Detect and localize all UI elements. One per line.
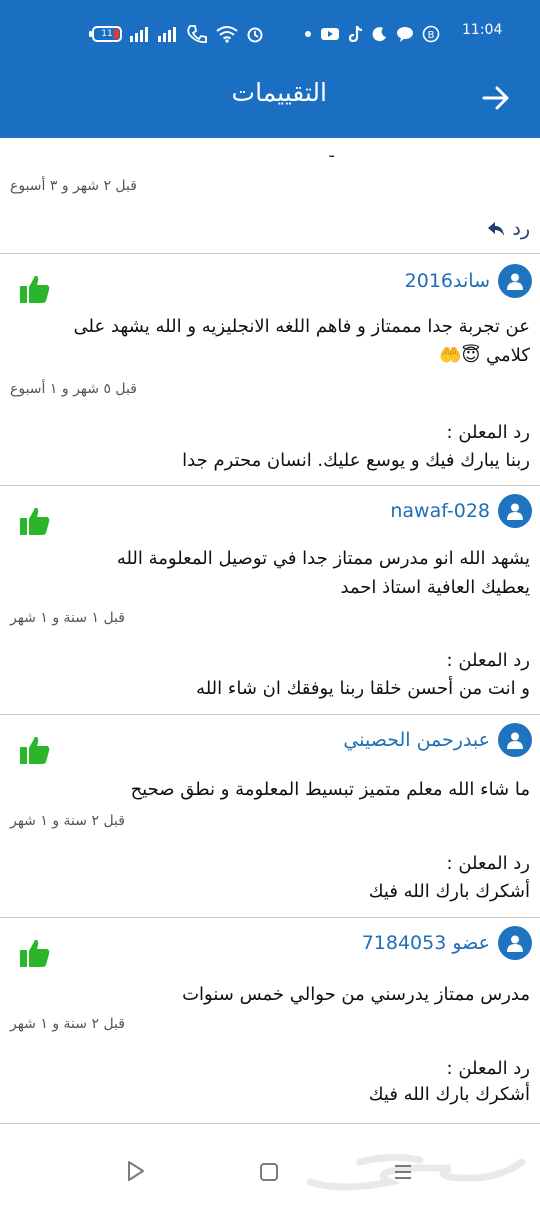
review-timestamp: قبل ١ سنة و ١ شهر xyxy=(10,610,125,626)
review-card: عبدرحمن الحصيني ما شاء الله معلم متميز ت… xyxy=(0,715,540,918)
thumbs-up-icon xyxy=(20,939,50,967)
review-timestamp: قبل ٢ سنة و ١ شهر xyxy=(10,1016,125,1032)
youtube-icon xyxy=(321,28,339,40)
reviews-list[interactable]: ـ قبل ٢ شهر و ٣ أسبوع رد ساند2016 عن تجر… xyxy=(0,138,540,1124)
advertiser-reply-label: رد المعلن : xyxy=(446,1058,530,1079)
arrow-right-icon xyxy=(482,86,509,110)
like-button[interactable] xyxy=(18,733,52,767)
user-avatar-icon xyxy=(498,264,532,298)
review-author[interactable]: ساند2016 xyxy=(405,264,532,298)
username: عضو 7184053 xyxy=(361,932,490,954)
status-bar: 11 B 11:04 xyxy=(0,0,540,68)
thumbs-up-icon xyxy=(20,736,50,764)
advertiser-reply-label: رد المعلن : xyxy=(446,853,530,874)
dot-icon xyxy=(305,31,311,37)
nav-home-button[interactable] xyxy=(260,1163,278,1181)
review-author[interactable]: nawaf-028 xyxy=(390,494,532,528)
app-bar: 11 B 11:04 التقييمات xyxy=(0,0,540,138)
user-avatar-icon xyxy=(498,723,532,757)
battery-icon: 11 xyxy=(89,26,122,42)
review-card: nawaf-028 يشهد الله انو مدرس ممتاز جدا ف… xyxy=(0,486,540,715)
review-timestamp: قبل ٢ سنة و ١ شهر xyxy=(10,813,125,829)
haraj-logo-watermark xyxy=(306,1153,526,1191)
moon-icon xyxy=(372,27,386,42)
signal-icon-2 xyxy=(158,27,176,42)
review-comment: مدرس ممتاز يدرسني من حوالي خمس سنوات xyxy=(182,984,530,1005)
advertiser-reply-text: أشكرك بارك الله فيك xyxy=(368,881,530,902)
advertiser-reply-text: ربنا يبارك فيك و يوسع عليك. انسان محترم … xyxy=(182,450,530,471)
nav-recents-button[interactable] xyxy=(393,1162,413,1186)
reply-button-label: رد xyxy=(512,218,530,240)
review-card-partial: ـ قبل ٢ شهر و ٣ أسبوع رد xyxy=(0,138,540,254)
alarm-icon xyxy=(247,27,263,43)
username: nawaf-028 xyxy=(390,500,490,522)
review-author[interactable]: عبدرحمن الحصيني xyxy=(343,723,532,757)
signal-icon xyxy=(130,27,148,42)
like-button[interactable] xyxy=(18,272,52,306)
thumbs-up-icon xyxy=(20,275,50,303)
page-title: التقييمات xyxy=(231,78,327,107)
review-timestamp: قبل ٢ شهر و ٣ أسبوع xyxy=(10,178,137,194)
menu-lines-icon xyxy=(395,1165,411,1179)
user-avatar-icon xyxy=(498,926,532,960)
like-button[interactable] xyxy=(18,936,52,970)
advertiser-reply-text: أشكرك بارك الله فيك xyxy=(368,1084,530,1105)
username: عبدرحمن الحصيني xyxy=(343,729,490,751)
wifi-icon xyxy=(216,26,238,43)
advertiser-reply-label: رد المعلن : xyxy=(446,422,530,443)
advertiser-reply-label: رد المعلن : xyxy=(446,650,530,671)
user-avatar-icon xyxy=(498,494,532,528)
wifi-call-icon xyxy=(187,25,207,43)
review-comment: ما شاء الله معلم متميز تبسيط المعلومة و … xyxy=(130,779,530,800)
status-icons: 11 B xyxy=(89,20,440,48)
review-comment: يشهد الله انو مدرس ممتاز جدا في توصيل ال… xyxy=(116,548,530,598)
b-circle-icon: B xyxy=(422,25,440,43)
nav-back-button[interactable] xyxy=(126,1160,146,1186)
review-comment: عن تجربة جدا مممتاز و فاهم اللغه الانجلي… xyxy=(73,316,530,366)
advertiser-reply-text: و انت من أحسن خلقا ربنا يوفقك ان شاء الل… xyxy=(196,678,530,699)
review-timestamp: قبل ٥ شهر و ١ أسبوع xyxy=(10,381,137,397)
username: ساند2016 xyxy=(404,270,490,292)
thumbs-up-icon xyxy=(20,507,50,535)
status-time: 11:04 xyxy=(462,22,503,38)
like-button[interactable] xyxy=(18,504,52,538)
svg-text:B: B xyxy=(428,30,435,41)
comment-fragment: ـ xyxy=(329,142,334,161)
review-author[interactable]: عضو 7184053 xyxy=(362,926,532,960)
chat-icon xyxy=(397,27,413,42)
review-card: ساند2016 عن تجربة جدا مممتاز و فاهم اللغ… xyxy=(0,254,540,486)
triangle-back-icon xyxy=(128,1161,144,1181)
back-button[interactable] xyxy=(478,80,514,116)
reply-arrow-icon xyxy=(488,222,505,236)
tiktok-icon xyxy=(348,25,363,43)
reply-button[interactable]: رد xyxy=(486,218,530,240)
review-card: عضو 7184053 مدرس ممتاز يدرسني من حوالي خ… xyxy=(0,918,540,1124)
